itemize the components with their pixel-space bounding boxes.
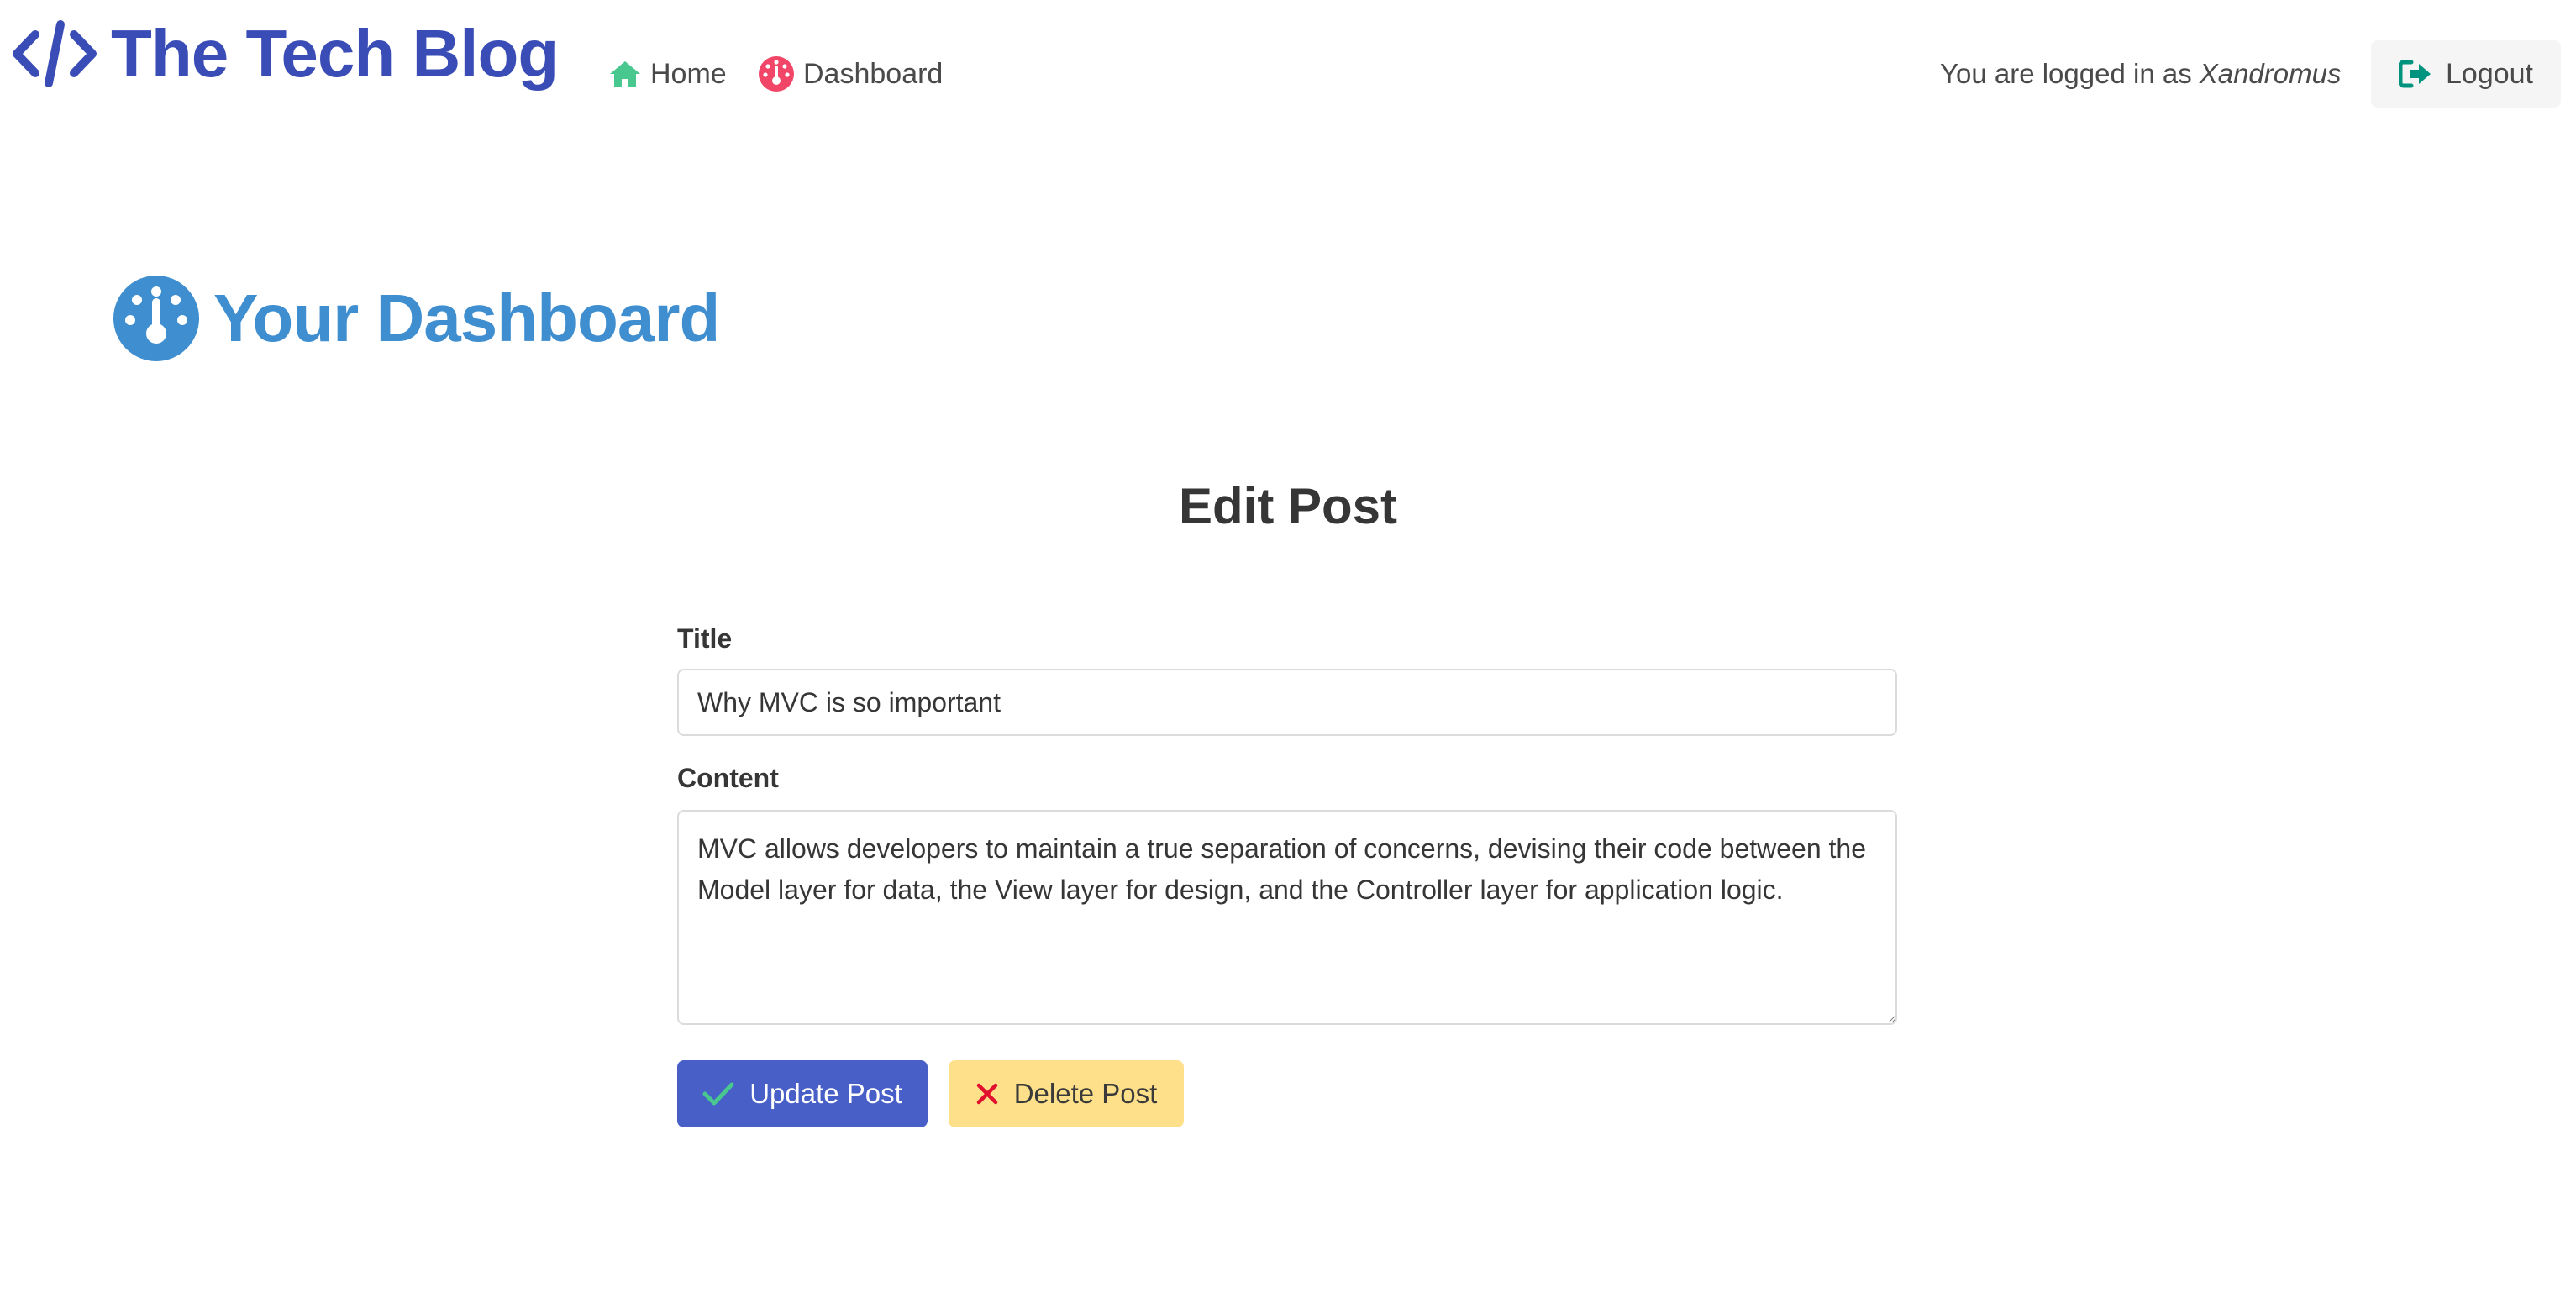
dashboard-title: Your Dashboard: [213, 281, 720, 355]
content-label: Content: [677, 763, 779, 793]
nav-dashboard-link[interactable]: Dashboard: [758, 50, 943, 97]
gauge-icon: [113, 275, 213, 362]
nav-dashboard-label: Dashboard: [803, 57, 944, 90]
navbar: The Tech Blog Home Dashboard You are log…: [0, 0, 2576, 148]
update-post-button[interactable]: Update Post: [677, 1060, 928, 1127]
home-icon: [608, 59, 650, 89]
logout-button[interactable]: Logout: [2371, 40, 2561, 108]
title-input[interactable]: [677, 669, 1897, 736]
login-username: Xandromus: [2199, 58, 2342, 89]
dashboard-heading: Your Dashboard: [113, 272, 720, 365]
x-icon: [975, 1082, 1014, 1106]
login-status-prefix: You are logged in as: [1940, 58, 2192, 89]
title-label: Title: [677, 623, 733, 654]
sign-out-icon: [2399, 59, 2446, 89]
login-status: You are logged in as Xandromus: [1940, 50, 2341, 97]
update-post-label: Update Post: [749, 1078, 902, 1109]
content-textarea[interactable]: MVC allows developers to maintain a true…: [677, 810, 1897, 1025]
delete-post-button[interactable]: Delete Post: [949, 1060, 1184, 1127]
edit-post-heading: Edit Post: [1178, 478, 1397, 534]
nav-home-label: Home: [650, 57, 727, 90]
nav-home-link[interactable]: Home: [608, 50, 727, 97]
brand-title: The Tech Blog: [111, 16, 559, 91]
logout-label: Logout: [2446, 57, 2533, 90]
check-icon: [702, 1081, 749, 1106]
code-icon: [10, 16, 99, 92]
gauge-icon: [758, 55, 803, 92]
brand-logo-link[interactable]: The Tech Blog: [10, 12, 559, 96]
delete-post-label: Delete Post: [1013, 1078, 1158, 1109]
